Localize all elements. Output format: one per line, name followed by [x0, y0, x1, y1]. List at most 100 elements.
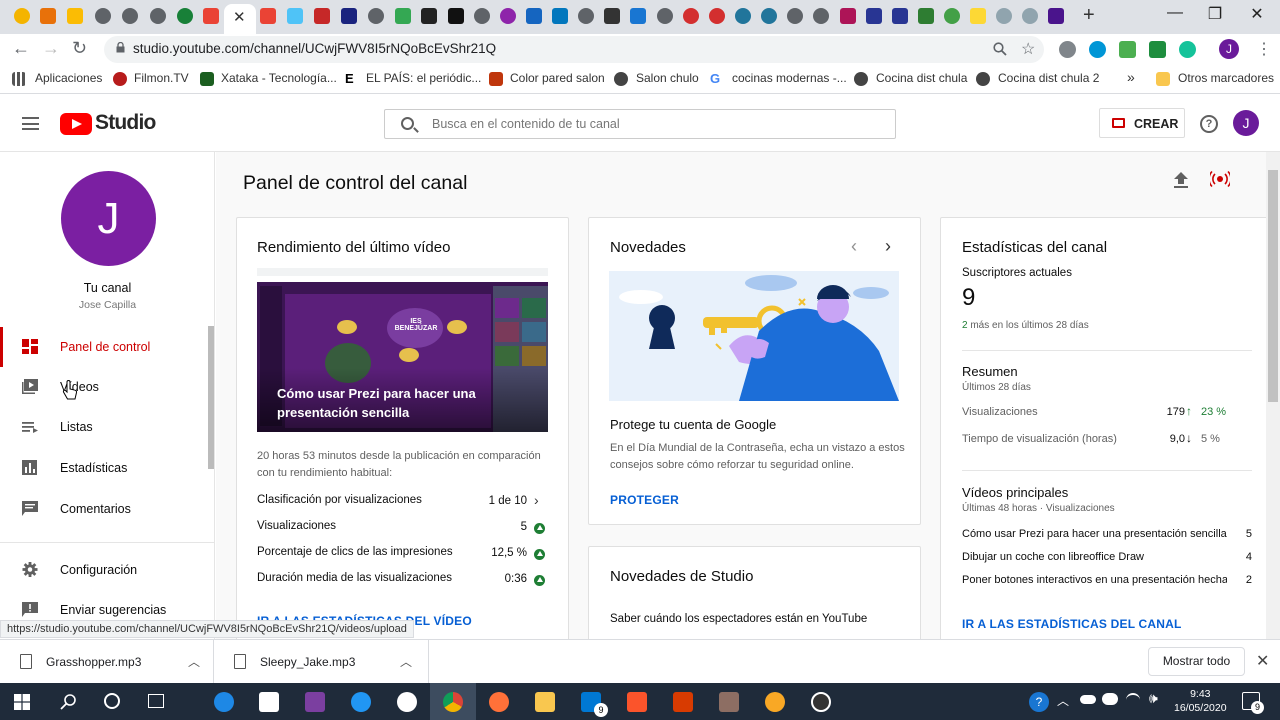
app-icon[interactable] — [765, 692, 785, 712]
chevron-right-icon[interactable]: › — [534, 492, 539, 508]
chevron-up-icon[interactable]: ︿ — [1057, 692, 1069, 709]
grammarly-icon[interactable] — [1179, 41, 1196, 58]
bookmark-item[interactable]: Filmon.TV — [134, 71, 189, 85]
edge-icon[interactable] — [214, 692, 234, 712]
bookmark-item[interactable]: EL PAÍS: el periódic... — [366, 71, 481, 85]
sidebar-item-settings[interactable]: Configuración — [0, 550, 210, 590]
restore-icon[interactable]: ❐ — [1192, 4, 1238, 24]
profile-avatar[interactable]: J — [1219, 39, 1239, 59]
volume-icon[interactable]: 🕪 — [1149, 690, 1158, 707]
create-button[interactable]: CREAR — [1099, 108, 1185, 138]
tab-favicon-icon[interactable] — [448, 8, 464, 24]
firefox-dev-icon[interactable] — [351, 692, 371, 712]
taskbar-clock[interactable]: 9:43 16/05/2020 — [1174, 687, 1227, 715]
page-scrollbar-thumb[interactable] — [1268, 170, 1278, 402]
video-thumbnail[interactable]: IES BENEJÚZAR Cómo usar Prezi para hacer… — [257, 268, 548, 432]
check-icon[interactable] — [1149, 41, 1166, 58]
upload-icon[interactable] — [1174, 172, 1188, 188]
close-shelf-icon[interactable]: ✕ — [1256, 651, 1269, 671]
gmail-icon[interactable] — [203, 8, 219, 24]
tab-favicon-icon[interactable] — [1022, 8, 1038, 24]
store-icon[interactable] — [259, 692, 279, 712]
chrome-tab-icon[interactable] — [474, 8, 490, 24]
tab-favicon-icon[interactable] — [421, 8, 437, 24]
gmail-icon[interactable] — [260, 8, 276, 24]
chevron-left-icon[interactable]: ‹ — [851, 236, 857, 257]
cloud-icon[interactable] — [1102, 693, 1118, 705]
chevron-right-icon[interactable]: › — [885, 236, 891, 257]
channel-analytics-link[interactable]: IR A LAS ESTADÍSTICAS DEL CANAL — [962, 617, 1182, 631]
download-item[interactable]: Sleepy_Jake.mp3 ︿ — [214, 640, 429, 684]
protect-button[interactable]: PROTEGER — [610, 493, 679, 507]
reload-icon[interactable]: ↻ — [72, 38, 87, 59]
chevron-up-icon[interactable]: ︿ — [400, 653, 412, 670]
bookmark-item[interactable]: cocinas modernas -... — [732, 71, 847, 85]
chrome-tab-icon[interactable] — [122, 8, 138, 24]
chevron-up-icon[interactable]: ︿ — [188, 653, 200, 670]
tab-favicon-icon[interactable] — [526, 8, 542, 24]
sidebar-item-comments[interactable]: Comentarios — [0, 489, 210, 529]
close-tab-icon[interactable]: ✕ — [233, 8, 246, 26]
tab-favicon-icon[interactable] — [840, 8, 856, 24]
help-tray-icon[interactable]: ? — [1029, 692, 1049, 712]
windows-start-icon[interactable] — [14, 694, 30, 710]
bookmark-item[interactable]: Aplicaciones — [35, 71, 102, 85]
url-text[interactable]: studio.youtube.com/channel/UCwjFWV8I5rNQ… — [133, 41, 496, 56]
sidebar-item-dashboard[interactable]: Panel de control — [0, 327, 210, 367]
tab-favicon-icon[interactable] — [67, 8, 83, 24]
brave-icon[interactable] — [627, 692, 647, 712]
sidebar-item-playlists[interactable]: Listas — [0, 407, 210, 447]
go-live-icon[interactable] — [1210, 170, 1230, 188]
other-bookmarks[interactable]: Otros marcadores — [1178, 71, 1274, 85]
channel-avatar[interactable]: J — [61, 171, 156, 266]
folder-icon[interactable] — [535, 692, 555, 712]
top-video-title[interactable]: Poner botones interactivos en una presen… — [962, 574, 1227, 586]
sidebar-item-analytics[interactable]: Estadísticas — [0, 448, 210, 488]
tab-favicon-icon[interactable] — [892, 8, 908, 24]
forward-icon[interactable]: → — [42, 38, 60, 59]
channel-search-input[interactable]: Busca en el contenido de tu canal — [384, 109, 896, 139]
download-item[interactable]: Grasshopper.mp3 ︿ — [0, 640, 214, 684]
bookmark-item[interactable]: Cocina dist chula — [876, 71, 967, 85]
tab-favicon-icon[interactable] — [287, 8, 303, 24]
drive-icon[interactable] — [395, 8, 411, 24]
tab-favicon-icon[interactable] — [500, 8, 516, 24]
menu-icon[interactable]: ⋮ — [1256, 39, 1272, 59]
firefox-icon[interactable] — [489, 692, 509, 712]
app-icon[interactable] — [719, 692, 739, 712]
tab-favicon-icon[interactable] — [970, 8, 986, 24]
tab-favicon-icon[interactable] — [40, 8, 56, 24]
cortana-icon[interactable] — [104, 693, 120, 709]
search-icon[interactable] — [60, 693, 77, 710]
task-view-icon[interactable] — [148, 694, 164, 708]
top-video-title[interactable]: Cómo usar Prezi para hacer una presentac… — [962, 528, 1227, 540]
tab-favicon-icon[interactable] — [552, 8, 568, 24]
chrome-tab-icon[interactable] — [150, 8, 166, 24]
chrome-icon[interactable] — [443, 692, 463, 712]
chrome-tab-icon[interactable] — [95, 8, 111, 24]
app-icon[interactable] — [305, 692, 325, 712]
sidebar-scrollbar[interactable] — [208, 326, 214, 469]
tab-favicon-icon[interactable] — [866, 8, 882, 24]
tab-favicon-icon[interactable] — [177, 8, 193, 24]
wordpress-icon[interactable] — [735, 8, 751, 24]
new-tab-button[interactable]: + — [1083, 4, 1095, 27]
chrome-tab-icon[interactable] — [368, 8, 384, 24]
onedrive-icon[interactable] — [1080, 695, 1096, 704]
tab-favicon-icon[interactable] — [341, 8, 357, 24]
tab-favicon-icon[interactable] — [630, 8, 646, 24]
wordpress-icon[interactable] — [761, 8, 777, 24]
tab-favicon-icon[interactable] — [683, 8, 699, 24]
bookmark-item[interactable]: Salon chulo — [636, 71, 699, 85]
tab-favicon-icon[interactable] — [918, 8, 934, 24]
office-icon[interactable] — [673, 692, 693, 712]
tab-favicon-icon[interactable] — [944, 8, 960, 24]
tab-favicon-icon[interactable] — [1048, 8, 1064, 24]
hp-icon[interactable] — [397, 692, 417, 712]
hamburger-menu-icon[interactable] — [22, 117, 39, 130]
back-icon[interactable]: ← — [12, 38, 30, 59]
bookmark-item[interactable]: Color pared salon — [510, 71, 605, 85]
sidebar-item-videos[interactable]: Vídeos — [0, 367, 210, 407]
close-window-icon[interactable]: ✕ — [1234, 4, 1280, 24]
show-all-downloads-button[interactable]: Mostrar todo — [1148, 647, 1245, 676]
